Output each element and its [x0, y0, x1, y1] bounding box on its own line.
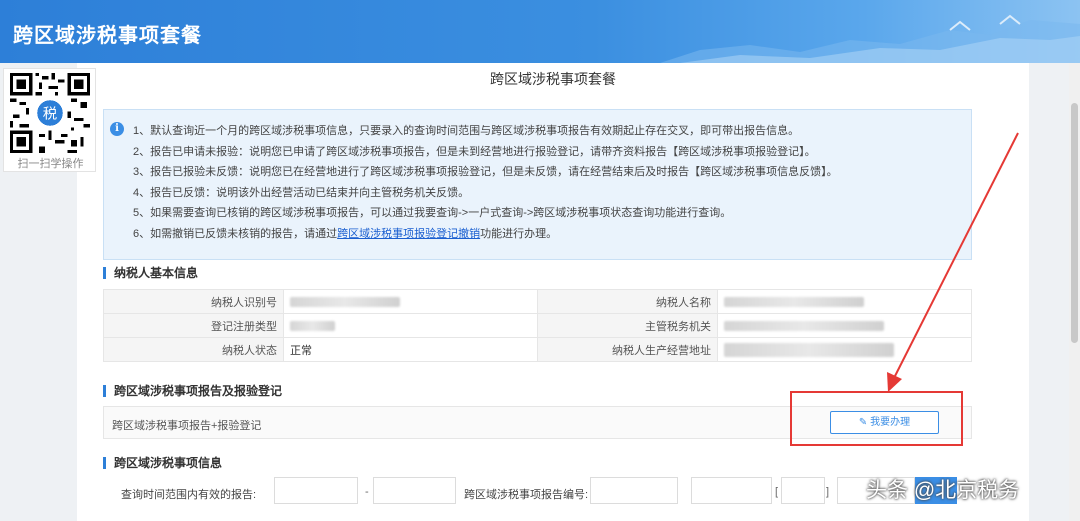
vertical-scrollbar[interactable]: [1069, 63, 1080, 521]
watermark-text: 头条 @北京税务: [866, 479, 1020, 502]
annotation-arrow: [887, 132, 1019, 392]
scrollbar-thumb[interactable]: [1071, 103, 1078, 343]
